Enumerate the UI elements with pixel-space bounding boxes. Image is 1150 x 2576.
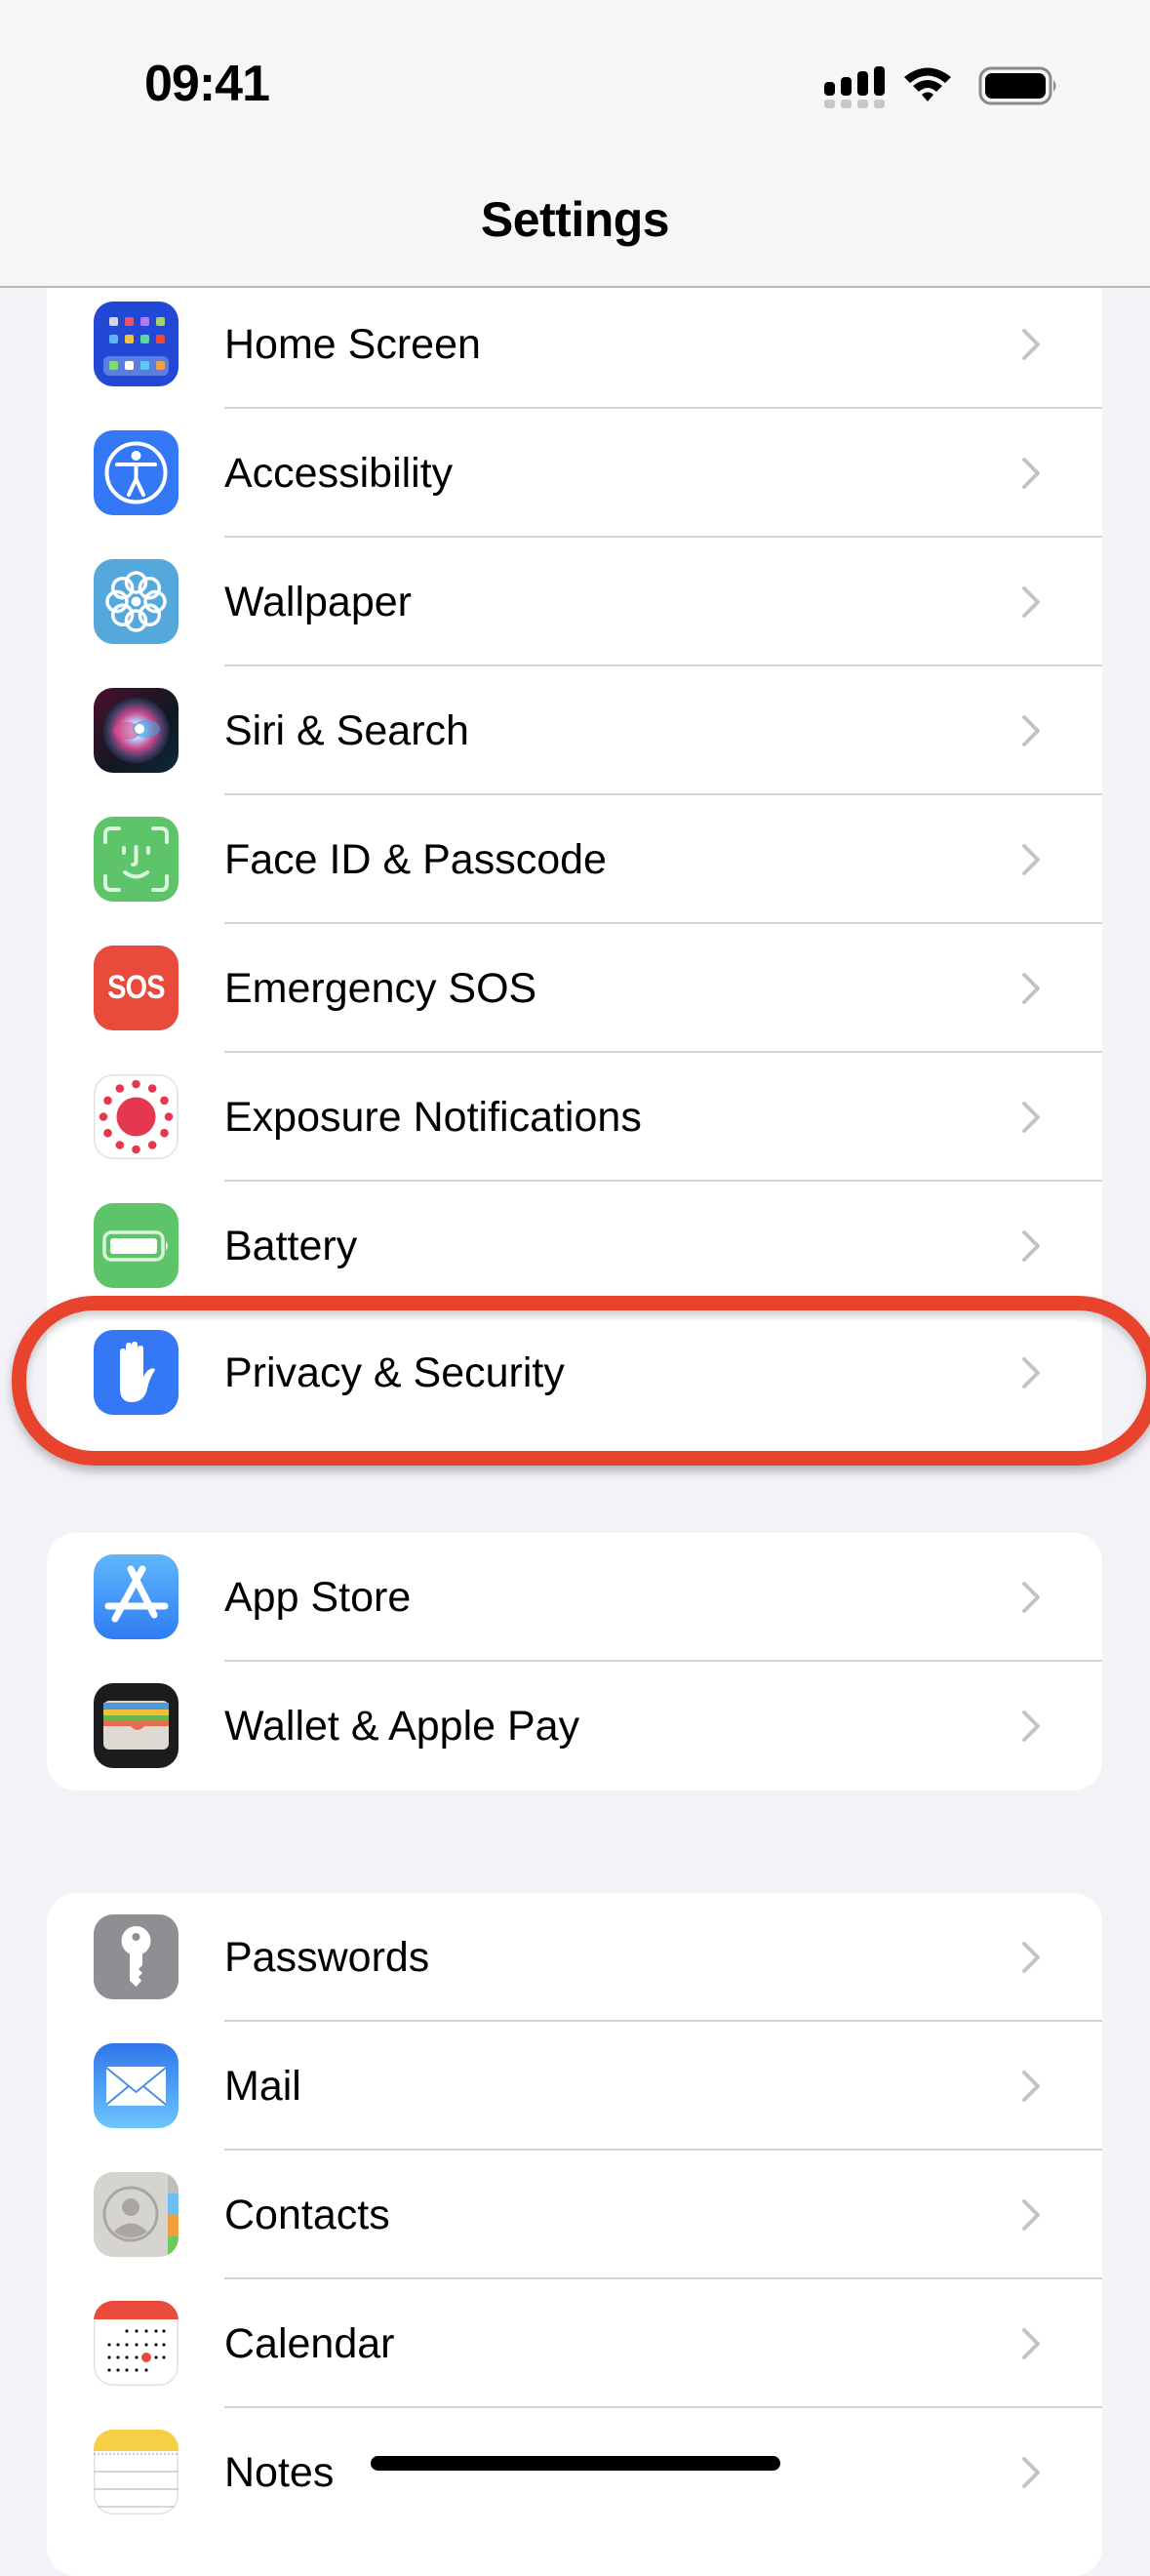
settings-item-notes[interactable]: Notes — [47, 2408, 1102, 2537]
chevron-right-icon — [1022, 2457, 1040, 2488]
chevron-right-icon — [1022, 973, 1040, 1004]
chevron-right-icon — [1022, 1357, 1040, 1389]
settings-item-label: Face ID & Passcode — [224, 836, 607, 883]
wifi-icon — [904, 67, 951, 101]
settings-item-label: Emergency SOS — [224, 965, 537, 1012]
cellular-signal-icon — [824, 66, 885, 108]
notes-icon — [94, 2430, 178, 2515]
settings-item-wallet[interactable]: Wallet & Apple Pay — [47, 1662, 1102, 1791]
chevron-right-icon — [1022, 1230, 1040, 1262]
privacy-hand-icon — [94, 1330, 178, 1415]
settings-item-label: Privacy & Security — [224, 1349, 565, 1396]
chevron-right-icon — [1022, 2199, 1040, 2231]
settings-item-privacy-security[interactable]: Privacy & Security — [47, 1308, 1102, 1437]
wallpaper-icon — [94, 559, 178, 644]
settings-item-label: App Store — [224, 1574, 412, 1621]
settings-item-siri-search[interactable]: Siri & Search — [47, 666, 1102, 795]
wallet-icon — [94, 1683, 178, 1768]
home-screen-icon — [94, 302, 178, 386]
navigation-header: 09:41 Settings — [0, 0, 1150, 288]
status-time: 09:41 — [144, 56, 270, 112]
settings-item-label: Calendar — [224, 2320, 395, 2367]
settings-item-accessibility[interactable]: Accessibility — [47, 409, 1102, 538]
chevron-right-icon — [1022, 1942, 1040, 1973]
exposure-notifications-icon — [94, 1074, 178, 1159]
settings-item-label: Wallpaper — [224, 579, 412, 625]
chevron-right-icon — [1022, 1102, 1040, 1133]
settings-item-label: Exposure Notifications — [224, 1094, 642, 1141]
settings-group-2: App Store Wallet & Apple Pay — [47, 1533, 1102, 1791]
settings-item-label: Battery — [224, 1223, 358, 1269]
chevron-right-icon — [1022, 2071, 1040, 2102]
settings-item-contacts[interactable]: Contacts — [47, 2151, 1102, 2279]
calendar-icon — [94, 2301, 178, 2386]
settings-item-label: Accessibility — [224, 450, 454, 497]
settings-item-emergency-sos[interactable]: SOS Emergency SOS — [47, 924, 1102, 1053]
passwords-key-icon — [94, 1914, 178, 1999]
settings-item-home-screen[interactable]: Home Screen — [47, 280, 1102, 409]
settings-item-face-id[interactable]: Face ID & Passcode — [47, 795, 1102, 924]
chevron-right-icon — [1022, 458, 1040, 489]
contacts-icon — [94, 2172, 178, 2257]
app-store-icon — [94, 1554, 178, 1639]
chevron-right-icon — [1022, 586, 1040, 618]
chevron-right-icon — [1022, 329, 1040, 360]
accessibility-icon — [94, 430, 178, 515]
battery-icon — [978, 66, 1056, 105]
settings-item-exposure-notifications[interactable]: Exposure Notifications — [47, 1053, 1102, 1182]
chevron-right-icon — [1022, 1582, 1040, 1613]
settings-item-label: Notes — [224, 2449, 335, 2496]
sos-icon: SOS — [94, 946, 178, 1030]
settings-item-label: Home Screen — [224, 321, 481, 368]
sos-icon-text: SOS — [107, 969, 165, 1006]
siri-icon — [94, 688, 178, 773]
settings-group-1: Home Screen Accessibility Wallpaper Siri… — [47, 225, 1102, 1461]
settings-item-calendar[interactable]: Calendar — [47, 2279, 1102, 2408]
settings-item-wallpaper[interactable]: Wallpaper — [47, 538, 1102, 666]
settings-item-label: Mail — [224, 2063, 301, 2110]
home-indicator[interactable] — [371, 2456, 780, 2471]
settings-item-label: Wallet & Apple Pay — [224, 1703, 580, 1750]
settings-item-label: Passwords — [224, 1934, 430, 1981]
face-id-icon — [94, 817, 178, 902]
chevron-right-icon — [1022, 2328, 1040, 2359]
chevron-right-icon — [1022, 715, 1040, 746]
settings-item-app-store[interactable]: App Store — [47, 1533, 1102, 1662]
page-title: Settings — [480, 192, 670, 247]
settings-item-label: Siri & Search — [224, 707, 469, 754]
chevron-right-icon — [1022, 1711, 1040, 1742]
battery-settings-icon — [94, 1203, 178, 1288]
settings-item-battery[interactable]: Battery — [47, 1182, 1102, 1310]
mail-icon — [94, 2043, 178, 2128]
settings-item-passwords[interactable]: Passwords — [47, 1893, 1102, 2022]
chevron-right-icon — [1022, 844, 1040, 875]
settings-item-label: Contacts — [224, 2192, 390, 2238]
settings-group-3: Passwords Mail Contacts Calendar Notes — [47, 1893, 1102, 2576]
settings-item-mail[interactable]: Mail — [47, 2022, 1102, 2151]
